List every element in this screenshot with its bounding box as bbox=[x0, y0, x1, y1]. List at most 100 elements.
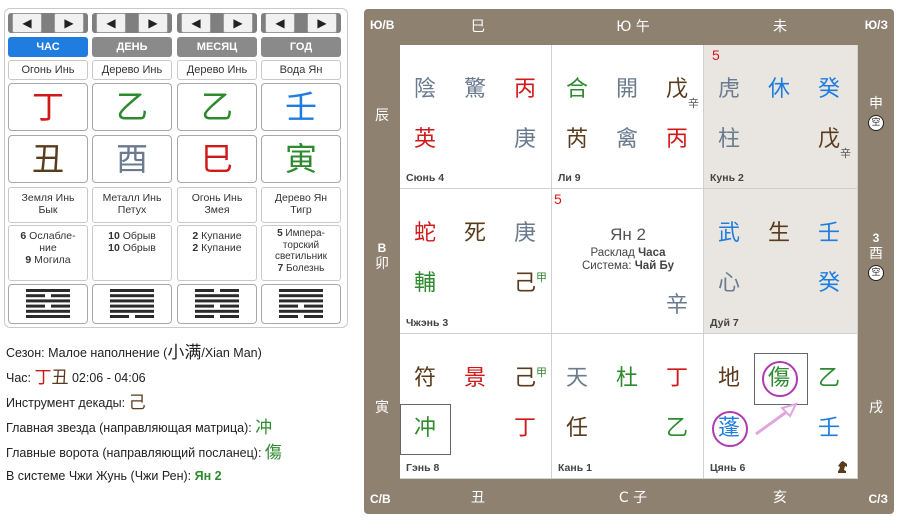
palace-center[interactable]: 5 Ян 2 Расклад Часа Система: Чай Бу 辛 bbox=[552, 189, 704, 334]
palace-name: Сюнь 4 bbox=[406, 172, 445, 184]
center-title: Ян 2 bbox=[610, 225, 646, 244]
hexagram-line bbox=[195, 299, 239, 303]
branch-left-2: В卯 bbox=[375, 241, 389, 272]
day-branch-glyph: 酉 bbox=[92, 135, 172, 183]
hexagram-line bbox=[279, 309, 323, 313]
branch-right-3: 戌 bbox=[869, 400, 883, 416]
day-stages: 10 Обрыв 10 Обрыв bbox=[92, 225, 172, 281]
palace-door: 死 bbox=[464, 221, 487, 246]
hexagram-line bbox=[304, 304, 323, 308]
hexagram-line bbox=[220, 304, 239, 308]
palace-name: Кань 1 bbox=[558, 462, 592, 474]
month-stem-glyph: 乙 bbox=[177, 83, 257, 131]
day-branch-desc: Металл Инь Петух bbox=[92, 187, 172, 223]
year-hexagram bbox=[261, 284, 341, 324]
hour-stem-element: Огонь Инь bbox=[8, 60, 88, 80]
year-prev-button[interactable]: ◀ bbox=[265, 13, 295, 33]
palace-xun[interactable]: 陰 驚 丙 英 庚 Сюнь 4 bbox=[400, 45, 552, 189]
hexagram-line bbox=[195, 304, 214, 308]
hexagram-line bbox=[220, 315, 239, 318]
branch-bottom-1: 丑 bbox=[471, 490, 485, 506]
corner-ne: С/В bbox=[370, 492, 391, 506]
hexagram-line bbox=[304, 315, 323, 318]
day-prev-button[interactable]: ◀ bbox=[96, 13, 126, 33]
palace-earth-stem: 庚 bbox=[514, 127, 537, 152]
branch-left-3: 寅 bbox=[375, 400, 389, 416]
pillars-panel: ◀ ▶ ЧАС Огонь Инь 丁 丑 Земля Инь Бык 6 Осл… bbox=[4, 8, 348, 328]
hour-prev-button[interactable]: ◀ bbox=[12, 13, 42, 33]
center-system-line: Система: Чай Бу bbox=[582, 260, 674, 272]
palace-god: 地 bbox=[718, 366, 741, 391]
palace-star: 蓬 bbox=[718, 416, 741, 441]
corner-nw: С/З bbox=[868, 492, 888, 506]
branch-top-2: Ю 午 bbox=[616, 19, 650, 35]
palace-god: 虎 bbox=[718, 77, 741, 102]
palace-star: 心 bbox=[718, 271, 741, 296]
palace-star: 輔 bbox=[414, 271, 437, 296]
palace-god: 蛇 bbox=[414, 221, 437, 246]
hexagram-line bbox=[279, 289, 323, 292]
branch-bottom-3: 亥 bbox=[773, 490, 787, 506]
hexagram-line bbox=[110, 315, 129, 318]
palace-god: 符 bbox=[414, 366, 437, 391]
hexagram-line bbox=[195, 309, 239, 313]
branch-right-2: 3酉空 bbox=[861, 231, 891, 281]
palace-name: Чжэнь 3 bbox=[406, 317, 449, 329]
palace-star: 芮 bbox=[566, 127, 589, 152]
palace-heaven-stem: 己 bbox=[514, 366, 537, 391]
palace-door: 開 bbox=[616, 77, 639, 102]
hour-branch-desc: Земля Инь Бык bbox=[8, 187, 88, 223]
palace-door: 生 bbox=[768, 221, 791, 246]
hour-next-button[interactable]: ▶ bbox=[54, 13, 84, 33]
hexagram-icon bbox=[279, 289, 323, 318]
hexagram-line bbox=[279, 315, 298, 318]
month-next-button[interactable]: ▶ bbox=[223, 13, 253, 33]
branch-top-3: 未 bbox=[773, 19, 787, 35]
tab-hour[interactable]: ЧАС bbox=[8, 37, 88, 57]
palace-kun[interactable]: 5 虎 休 癸 柱 戊 辛 Кунь 2 bbox=[704, 45, 858, 189]
main-star-line: Главная звезда (направляющая матрица): 冲 bbox=[6, 418, 273, 438]
hour-stem-glyph: 丁 bbox=[8, 83, 88, 131]
palace-gen[interactable]: 符 景 己 甲 冲 丁 Гэнь 8 bbox=[400, 334, 552, 479]
palace-heaven-stem: 丁 bbox=[666, 366, 689, 391]
hexagram-icon bbox=[110, 289, 154, 318]
corner-sw: Ю/З bbox=[864, 18, 888, 32]
tab-month[interactable]: МЕСЯЦ bbox=[177, 37, 257, 57]
main-gate-line: Главные ворота (направляющий посланец): … bbox=[6, 443, 282, 463]
palace-earth-stem: 辛 bbox=[666, 293, 689, 318]
palace-kan[interactable]: 天 杜 丁 任 乙 Кань 1 bbox=[552, 334, 704, 479]
hexagram-line bbox=[26, 294, 45, 298]
palace-qian[interactable]: 地 傷 乙 蓬 壬 Цянь 6 bbox=[704, 334, 858, 479]
year-stages: 5 Импера-торский светильник 7 Болезнь bbox=[261, 225, 341, 281]
year-next-button[interactable]: ▶ bbox=[307, 13, 337, 33]
month-stem-element: Дерево Инь bbox=[177, 60, 257, 80]
year-stem-element: Вода Ян bbox=[261, 60, 341, 80]
void-mark-icon: 空 bbox=[868, 265, 884, 281]
year-nav: ◀ ▶ bbox=[261, 13, 341, 33]
month-prev-button[interactable]: ◀ bbox=[181, 13, 211, 33]
palace-heaven-stem: 壬 bbox=[818, 221, 841, 246]
hexagram-icon bbox=[26, 289, 70, 318]
palace-dui[interactable]: 武 生 壬 心 癸 Дуй 7 bbox=[704, 189, 858, 334]
palace-star: 任 bbox=[566, 416, 589, 441]
year-stem-glyph: 壬 bbox=[261, 83, 341, 131]
hexagram-line bbox=[110, 309, 154, 313]
horse-icon bbox=[838, 461, 847, 473]
tab-year[interactable]: ГОД bbox=[261, 37, 341, 57]
hexagram-line bbox=[26, 309, 70, 313]
hexagram-line bbox=[26, 315, 70, 318]
hexagram-icon bbox=[195, 289, 239, 318]
palace-heaven-stem: 丙 bbox=[514, 77, 537, 102]
palace-god: 天 bbox=[566, 366, 589, 391]
palace-zhen[interactable]: 蛇 死 庚 輔 己 甲 Чжэнь 3 bbox=[400, 189, 552, 334]
day-next-button[interactable]: ▶ bbox=[138, 13, 168, 33]
palace-star: 柱 bbox=[718, 127, 741, 152]
hexagram-line bbox=[26, 289, 70, 292]
void-mark-icon: 空 bbox=[868, 115, 884, 131]
tab-day[interactable]: ДЕНЬ bbox=[92, 37, 172, 57]
center-layout-line: Расклад Часа bbox=[590, 247, 666, 259]
palace-li[interactable]: 合 開 戊 辛 芮 禽 丙 Ли 9 bbox=[552, 45, 704, 189]
branch-top-1: 巳 bbox=[471, 19, 485, 35]
palace-star: 冲 bbox=[414, 416, 437, 441]
palace-star-2: 禽 bbox=[616, 127, 639, 152]
